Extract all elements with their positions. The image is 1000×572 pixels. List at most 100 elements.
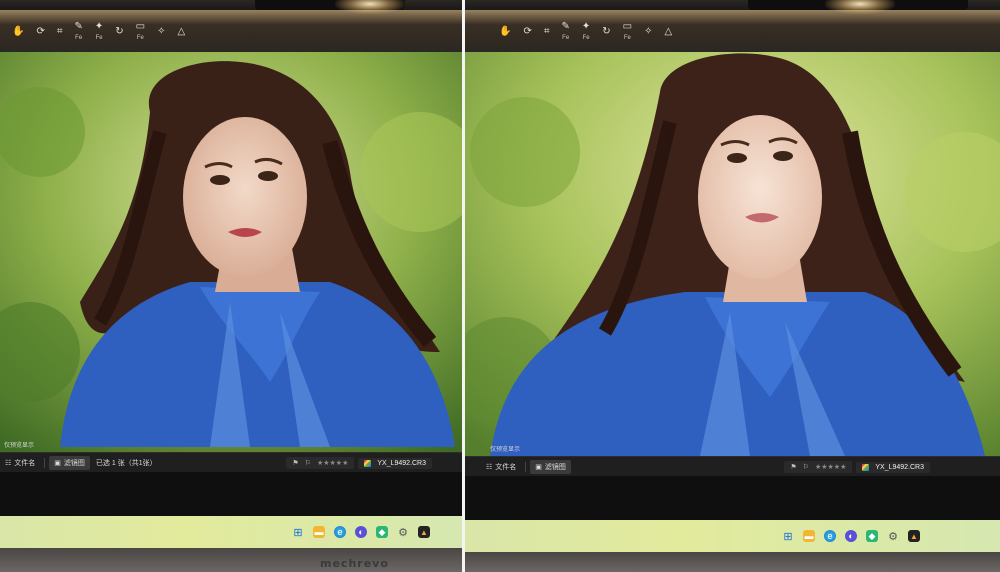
crop-icon[interactable]: ⌗ bbox=[57, 26, 63, 38]
hand-icon[interactable]: ✋ bbox=[499, 25, 512, 38]
separator bbox=[44, 458, 46, 468]
triangle-icon[interactable]: △ bbox=[177, 25, 186, 38]
hand-icon[interactable]: ✋ bbox=[12, 25, 25, 38]
editor-toolbar: ✋ ⟳ ⌗ ✎ Fe ✦ Fe ↻ ▭ Fe ✧ △ bbox=[0, 10, 462, 52]
settings-icon[interactable]: ⚙ bbox=[397, 526, 409, 539]
rotate-icon[interactable]: ⟳ bbox=[523, 25, 532, 38]
bottom-bezel: mechrevo bbox=[0, 548, 462, 572]
flag-icon[interactable]: ⚑ bbox=[790, 463, 796, 471]
filename: YX_L9492.CR3 bbox=[875, 463, 924, 471]
triangle-icon-glyph: △ bbox=[664, 25, 673, 37]
left-screen-photo: ✋ ⟳ ⌗ ✎ Fe ✦ Fe ↻ ▭ Fe ✧ △ 仅预览显示 ☷ 文件名 ▣… bbox=[0, 0, 462, 572]
sparkle-icon[interactable]: ✧ bbox=[644, 25, 653, 38]
windows-start-icon[interactable]: ⊞ bbox=[292, 526, 304, 539]
sort-icon: ☷ bbox=[5, 460, 12, 467]
empty-panel bbox=[0, 472, 462, 516]
triangle-icon[interactable]: △ bbox=[664, 25, 673, 38]
history-icon-glyph: ↻ bbox=[115, 25, 124, 37]
crop-icon-glyph: ⌗ bbox=[543, 25, 550, 37]
photo-app-icon[interactable]: ▲ bbox=[418, 526, 430, 538]
frame-icon-glyph: ▭ bbox=[622, 20, 633, 32]
image-icon: ▣ bbox=[54, 460, 61, 467]
sparkle-icon-glyph: ✧ bbox=[644, 25, 653, 37]
history-icon[interactable]: ↻ bbox=[602, 25, 611, 38]
star-icon: ★ bbox=[840, 464, 847, 471]
frame-icon[interactable]: ▭ Fe bbox=[622, 20, 633, 43]
brush-icon[interactable]: ✎ Fe bbox=[74, 20, 83, 43]
frame-icon-glyph: ▭ bbox=[135, 20, 146, 32]
wand-icon[interactable]: ✦ Fe bbox=[581, 20, 591, 43]
windows-start-icon[interactable]: ⊞ bbox=[782, 530, 794, 543]
toolbar-caption: Fe bbox=[623, 34, 631, 41]
filmstrip-button[interactable]: ☷ 文件名 bbox=[0, 456, 40, 470]
rotate-icon-glyph: ⟳ bbox=[523, 25, 532, 37]
filmstrip-button[interactable]: ☷ 文件名 bbox=[481, 460, 521, 474]
rotate-icon[interactable]: ⟳ bbox=[36, 25, 45, 38]
preview-hint: 仅预览显示 bbox=[4, 443, 35, 449]
crop-icon[interactable]: ⌗ bbox=[543, 25, 550, 38]
tab-filter-label: 滤镜图 bbox=[544, 464, 566, 471]
edge-icon[interactable]: e bbox=[824, 530, 836, 542]
wand-icon[interactable]: ✦ Fe bbox=[94, 20, 104, 43]
rotate-icon-glyph: ⟳ bbox=[36, 25, 45, 37]
settings-icon[interactable]: ⚙ bbox=[887, 530, 899, 543]
toolbar-caption: Fe bbox=[582, 34, 590, 41]
toolbar-caption: Fe bbox=[95, 34, 103, 41]
brand-logo: mechrevo bbox=[320, 557, 389, 570]
wand-icon-glyph: ✦ bbox=[94, 20, 104, 32]
reject-flag-icon[interactable]: ⚐ bbox=[305, 459, 311, 467]
bottom-bezel bbox=[465, 552, 1000, 572]
folder-icon[interactable]: ▬ bbox=[803, 530, 815, 542]
history-icon[interactable]: ↻ bbox=[115, 25, 124, 38]
hand-icon-glyph: ✋ bbox=[12, 25, 25, 37]
wand-icon-glyph: ✦ bbox=[581, 20, 591, 32]
sort-icon: ☷ bbox=[486, 464, 493, 471]
status-bar: ☷ 文件名 ▣ 滤镜图 已选 1 张（共1张） ⚑ ⚐ ★★★★★ YX_L94… bbox=[0, 452, 462, 473]
empty-panel bbox=[465, 476, 1000, 520]
tab-filter[interactable]: ▣ 滤镜图 bbox=[49, 456, 90, 470]
hand-icon-glyph: ✋ bbox=[499, 25, 512, 37]
green-app-icon[interactable]: ◆ bbox=[866, 530, 878, 542]
flag-icon[interactable]: ⚑ bbox=[292, 459, 298, 467]
filename: YX_L9492.CR3 bbox=[377, 459, 426, 467]
brush-icon-glyph: ✎ bbox=[74, 20, 83, 32]
image-icon: ▣ bbox=[535, 464, 542, 471]
toolbar-caption: Fe bbox=[562, 34, 570, 41]
portrait-image bbox=[465, 52, 1000, 456]
selection-info: 已选 1 张（共1张） bbox=[95, 460, 157, 467]
star-rating[interactable]: ★★★★★ bbox=[815, 463, 846, 471]
brush-icon[interactable]: ✎ Fe bbox=[561, 20, 570, 43]
history-icon-glyph: ↻ bbox=[602, 25, 611, 37]
rating-group: ⚑ ⚐ ★★★★★ bbox=[286, 457, 355, 469]
toolbar-caption: Fe bbox=[136, 34, 144, 41]
sparkle-icon-glyph: ✧ bbox=[157, 25, 166, 37]
right-screen-photo: ✋ ⟳ ⌗ ✎ Fe ✦ Fe ↻ ▭ Fe ✧ △ 仅预览显示 ☷ 文件名 ▣… bbox=[465, 0, 1000, 572]
purple-app-icon[interactable]: ◐ bbox=[355, 526, 367, 538]
purple-app-icon[interactable]: ◐ bbox=[845, 530, 857, 542]
color-label-icon[interactable] bbox=[364, 459, 372, 467]
status-bar: ☷ 文件名 ▣ 滤镜图 ⚑ ⚐ ★★★★★ YX_L9492.CR3 bbox=[465, 456, 1000, 477]
star-icon: ★ bbox=[342, 460, 349, 467]
green-app-icon[interactable]: ◆ bbox=[376, 526, 388, 538]
file-info: YX_L9492.CR3 bbox=[358, 457, 432, 469]
tab-filter-label: 滤镜图 bbox=[63, 460, 85, 467]
portrait-image bbox=[0, 52, 462, 452]
taskbar: ⊞ ▬ e ◐ ◆ ⚙ ▲ bbox=[0, 516, 462, 548]
toolbar-caption: Fe bbox=[75, 34, 83, 41]
photo-app-icon[interactable]: ▲ bbox=[908, 530, 920, 542]
preview-hint: 仅预览显示 bbox=[490, 447, 521, 453]
frame-icon[interactable]: ▭ Fe bbox=[135, 20, 146, 43]
sparkle-icon[interactable]: ✧ bbox=[157, 25, 166, 38]
triangle-icon-glyph: △ bbox=[177, 25, 186, 37]
color-label-icon[interactable] bbox=[862, 463, 870, 471]
star-rating[interactable]: ★★★★★ bbox=[317, 459, 348, 467]
tab-filter[interactable]: ▣ 滤镜图 bbox=[530, 460, 571, 474]
filmstrip-label: 文件名 bbox=[495, 464, 517, 471]
edge-icon[interactable]: e bbox=[334, 526, 346, 538]
filmstrip-label: 文件名 bbox=[14, 460, 36, 467]
reject-flag-icon[interactable]: ⚐ bbox=[803, 463, 809, 471]
folder-icon[interactable]: ▬ bbox=[313, 526, 325, 538]
file-info: YX_L9492.CR3 bbox=[856, 461, 930, 473]
brush-icon-glyph: ✎ bbox=[561, 20, 570, 32]
taskbar: ⊞ ▬ e ◐ ◆ ⚙ ▲ bbox=[465, 520, 1000, 552]
